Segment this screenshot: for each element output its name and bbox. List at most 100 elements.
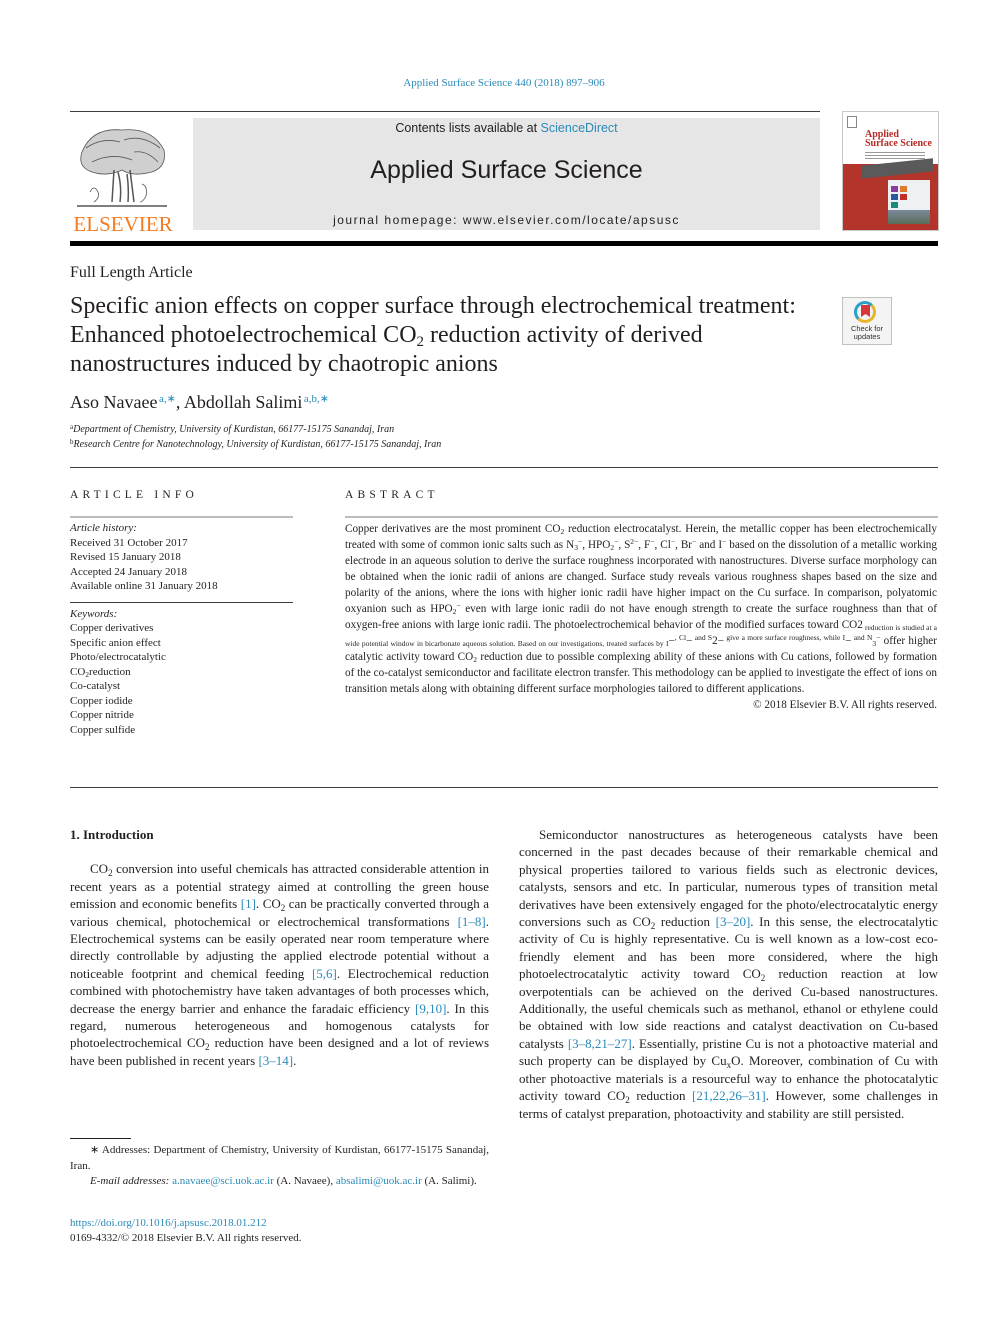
abstract-text-run: , HPO [582, 539, 611, 551]
journal-homepage: journal homepage: www.elsevier.com/locat… [193, 213, 820, 227]
address-text: Addresses: Department of Chemistry, Univ… [70, 1144, 489, 1172]
text-run: . CO [255, 896, 281, 912]
history-label: Article history: [70, 522, 137, 534]
article-info: Article history: Received 31 October 201… [70, 521, 294, 737]
asterisk-mark: ∗ [90, 1144, 100, 1156]
history-item: Revised 15 January 2018 [70, 551, 181, 563]
elsevier-logo[interactable]: ELSEVIER [70, 118, 176, 236]
author-affiliation-marks[interactable]: a,∗ [159, 393, 176, 405]
header-rule [70, 111, 820, 112]
email-label: E-mail addresses: [90, 1175, 170, 1188]
keyword-item: Copper sulfide [70, 723, 136, 736]
author-name[interactable]: Aso Navaee [70, 392, 157, 412]
history-item: Received 31 October 2017 [70, 536, 188, 549]
intro-paragraph: CO2 conversion into useful chemicals has… [70, 860, 489, 1069]
cover-landscape [888, 210, 930, 224]
text-run: . [293, 1052, 297, 1068]
email-owner: (A. Navaee), [273, 1175, 336, 1188]
info-separator [70, 601, 293, 603]
keyword-item: Copper nitride [70, 709, 134, 721]
title-subscript: 2 [416, 334, 425, 350]
crossmark-label: Check for updates [843, 325, 891, 341]
affiliation: aDepartment of Chemistry, University of … [70, 424, 395, 436]
author-separator: , [175, 392, 184, 412]
section-title: 1. Introduction [70, 827, 154, 842]
homepage-prefix: journal homepage: [333, 213, 463, 227]
keyword-item: Photo/electrocatalytic [70, 651, 166, 663]
affiliation-text: Department of Chemistry, University of K… [73, 424, 395, 435]
abstract-text-run: , S [618, 539, 631, 551]
abstract-text-run: and I [696, 539, 723, 551]
abstract-text-run: Copper derivatives are the most prominen… [345, 523, 561, 535]
affiliation-text: Research Centre for Nanotechnology, Univ… [73, 439, 442, 450]
keyword-co2-rest: reduction [89, 665, 131, 678]
keyword-item: Copper derivatives [70, 622, 154, 634]
keyword-item: Copper iodide [70, 694, 133, 707]
citation-link[interactable]: [3–20] [716, 914, 751, 929]
article-info-heading: ARTICLE INFO [70, 489, 198, 501]
contents-prefix: Contents lists available at [395, 121, 541, 135]
cover-text-lines [865, 152, 925, 160]
abstract-rule [345, 516, 938, 518]
article-title: Specific anion effects on copper surface… [70, 292, 810, 379]
citation-link[interactable]: [1–8] [458, 914, 486, 929]
citation-link[interactable]: [21,22,26–31] [692, 1088, 766, 1103]
abstract-superscript: and N [851, 633, 873, 642]
email-owner: (A. Salimi). [421, 1175, 477, 1188]
history-item: Accepted 24 January 2018 [70, 565, 187, 578]
email-note: E-mail addresses: a.navaee@sci.uok.ac.ir… [70, 1174, 489, 1190]
author-name[interactable]: Abdollah Salimi [184, 392, 303, 412]
text-run: reduction [655, 914, 716, 930]
abstract-body: Copper derivatives are the most prominen… [345, 521, 937, 713]
citation-link[interactable]: [9,10] [415, 1001, 446, 1016]
abstract-text-run: , F [638, 539, 651, 551]
issn-copyright: 0169-4332/© 2018 Elsevier B.V. All right… [70, 1231, 302, 1244]
cover-title: Applied Surface Science [865, 130, 932, 149]
section-rule [70, 467, 938, 468]
address-note: ∗ Addresses: Department of Chemistry, Un… [70, 1143, 489, 1174]
cover-title-line2: Surface Science [865, 138, 932, 149]
keyword-co2: CO [70, 665, 86, 678]
citation-link[interactable]: [5,6] [312, 966, 337, 981]
header-thick-rule [70, 241, 938, 246]
contents-line: Contents lists available at ScienceDirec… [193, 121, 820, 135]
corresponding-footnote: ∗ Addresses: Department of Chemistry, Un… [70, 1143, 489, 1190]
elsevier-tree-icon [77, 129, 167, 207]
email-link[interactable]: a.navaee@sci.uok.ac.ir [172, 1175, 274, 1187]
journal-title: Applied Surface Science [370, 156, 643, 184]
abstract-text-run: , Br [675, 539, 693, 551]
text-run: CO [90, 861, 109, 877]
abstract-heading: ABSTRACT [345, 489, 439, 501]
journal-cover-thumbnail[interactable]: Applied Surface Science [842, 111, 939, 231]
body-rule [70, 787, 938, 788]
author-affiliation-marks[interactable]: a,b,∗ [304, 393, 329, 405]
citation-link[interactable]: [1] [241, 896, 256, 911]
intro-paragraph: Semiconductor nanostructures as heteroge… [519, 826, 938, 1122]
article-type: Full Length Article [70, 264, 193, 281]
keyword-item: CO2reduction [70, 665, 294, 680]
elsevier-wordmark: ELSEVIER [73, 212, 173, 236]
doi-block: https://doi.org/10.1016/j.apsusc.2018.01… [70, 1216, 302, 1245]
journal-masthead: Contents lists available at ScienceDirec… [193, 118, 820, 230]
citation-link[interactable]: [3–14] [258, 1053, 293, 1068]
journal-citation-link[interactable]: Applied Surface Science 440 (2018) 897–9… [0, 77, 992, 89]
abstract-copyright: © 2018 Elsevier B.V. All rights reserved… [753, 699, 937, 711]
history-item: Available online 31 January 2018 [70, 580, 218, 592]
abstract-superscript: , Cl [674, 633, 687, 642]
affiliation: bResearch Centre for Nanotechnology, Uni… [70, 439, 442, 451]
text-run: reduction [629, 1088, 693, 1104]
abstract-superscript: give a more surface roughness, while I [724, 633, 846, 642]
body-column-left: 1. Introduction CO2 conversion into usef… [70, 826, 489, 1069]
email-link[interactable]: absalimi@uok.ac.ir [336, 1175, 422, 1187]
sciencedirect-link[interactable]: ScienceDirect [541, 121, 618, 135]
keyword-item: Specific anion effect [70, 636, 161, 649]
cover-emblem-icon [847, 116, 857, 128]
homepage-url-link[interactable]: www.elsevier.com/locate/apsusc [463, 213, 680, 227]
doi-link[interactable]: https://doi.org/10.1016/j.apsusc.2018.01… [70, 1216, 302, 1231]
abstract-text-run: , Cl [654, 539, 671, 551]
citation-link[interactable]: [3–8,21–27] [568, 1036, 632, 1051]
article-info-rule [70, 516, 293, 518]
author-list: Aso Navaee a,∗, Abdollah Salimi a,b,∗ [70, 392, 329, 413]
body-column-right: Semiconductor nanostructures as heteroge… [519, 826, 938, 1122]
check-for-updates-button[interactable]: Check for updates [842, 297, 892, 345]
